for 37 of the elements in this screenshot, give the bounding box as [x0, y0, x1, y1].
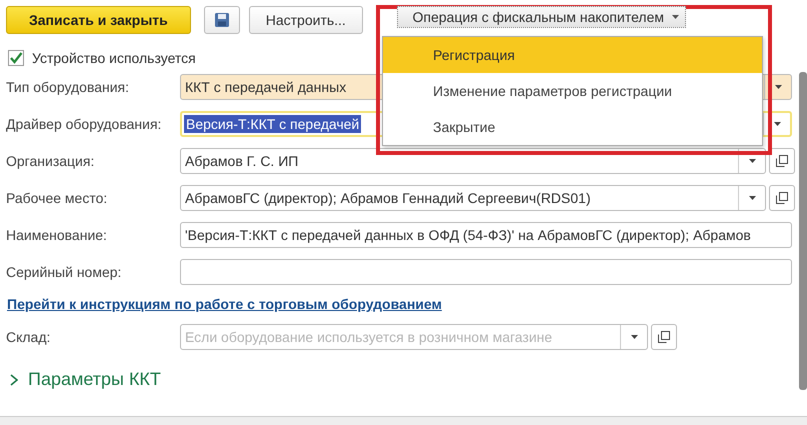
field-label: Склад:: [6, 328, 52, 344]
caret-icon: [748, 196, 756, 200]
chevron-icon: [10, 374, 18, 386]
save-and-close-button[interactable]: Записать и закрыть: [6, 6, 191, 34]
instructions-link[interactable]: Перейти к инструкциям по работе с торговым оборудованием: [7, 296, 442, 312]
caret-icon: [774, 122, 780, 126]
open-button[interactable]: [769, 184, 795, 210]
open-window-icon: [776, 192, 788, 204]
dropdown-field[interactable]: АбрамовГС (директор); Абрамов Геннадий Сергеевич(RDS01): [180, 184, 766, 210]
menu-item[interactable]: Изменение параметров регистрации: [383, 73, 762, 109]
configure-button[interactable]: Настроить...: [248, 6, 363, 34]
field-label: Серийный номер:: [6, 264, 122, 280]
open-button[interactable]: [769, 148, 795, 174]
dropdown-field[interactable]: Если оборудование используется в розничном магазине: [180, 324, 648, 350]
section-header[interactable]: Параметры ККТ: [10, 369, 161, 390]
operation-dropdown-button[interactable]: Операция с фискальным накопителем: [397, 6, 686, 28]
scrollbar[interactable]: [799, 72, 807, 390]
caret-icon: [748, 158, 756, 162]
save-button[interactable]: [204, 6, 240, 34]
menu-item[interactable]: Закрытие: [383, 109, 762, 145]
open-button[interactable]: [651, 324, 677, 350]
checkbox-label: Устройство используется: [32, 50, 196, 66]
text-field[interactable]: [180, 258, 792, 284]
open-window-icon: [776, 154, 788, 166]
caret-icon: [774, 84, 782, 88]
field-label: Рабочее место:: [6, 190, 108, 206]
field-label: Наименование:: [6, 226, 108, 242]
open-window-icon: [658, 330, 670, 342]
text-field[interactable]: 'Версия-Т:ККТ с передачей данных в ОФД (54-ФЗ)' на АбрамовГС (директор); Абрамов: [180, 222, 792, 248]
dropdown-field[interactable]: Абрамов Г. С. ИП: [180, 148, 766, 174]
field-label: Тип оборудования:: [6, 78, 130, 94]
field-label: Драйвер оборудования:: [6, 116, 162, 132]
checkbox[interactable]: [8, 50, 24, 66]
menu-item[interactable]: Регистрация: [383, 37, 762, 73]
caret-icon: [630, 334, 638, 338]
field-label: Организация:: [6, 152, 96, 168]
caret-icon: [672, 15, 679, 19]
